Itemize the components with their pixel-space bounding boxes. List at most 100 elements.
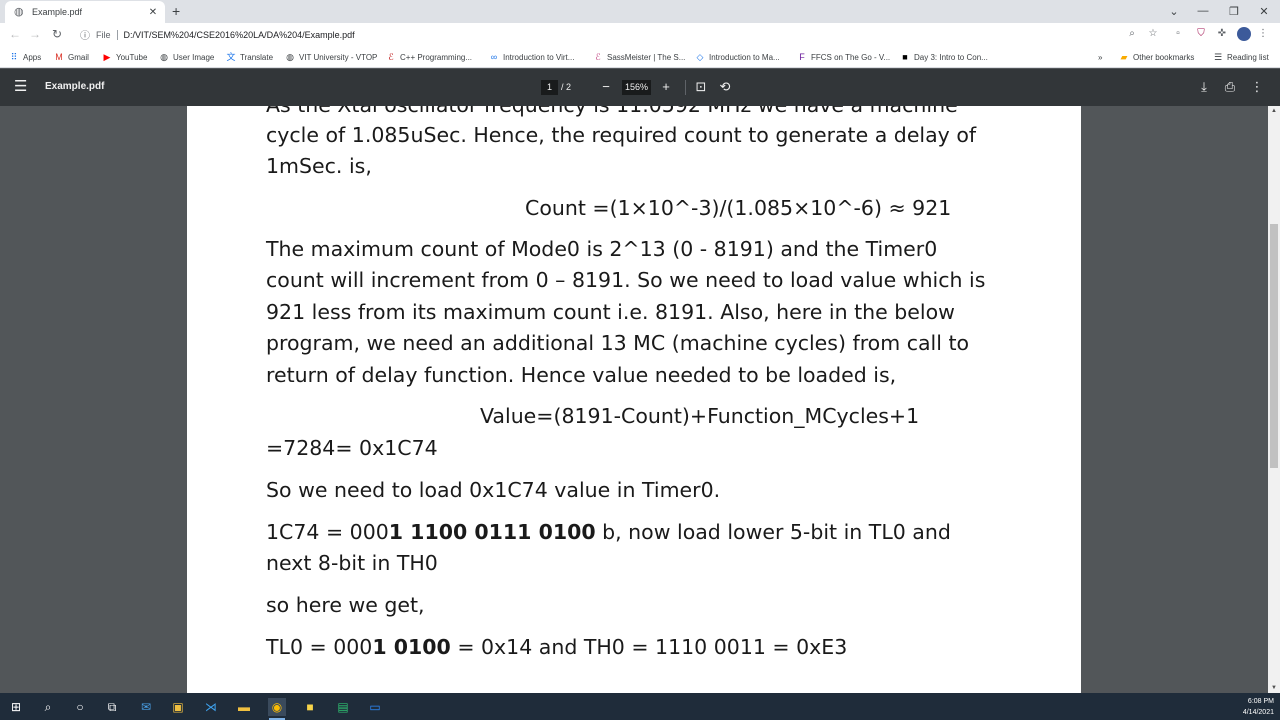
- store-icon[interactable]: ▣: [169, 698, 187, 716]
- scroll-up-arrow-icon[interactable]: ▲: [1268, 108, 1280, 114]
- vscode-icon[interactable]: ⋊: [202, 698, 220, 716]
- reading-list[interactable]: ☰ Reading list: [1213, 50, 1269, 64]
- tl-prefix: TL0 = 000: [266, 635, 373, 659]
- bookmark-label: FFCS on The Go - V...: [811, 52, 891, 62]
- extension-icon[interactable]: ▫: [1172, 28, 1184, 40]
- paragraph-line: cycle of 1.085uSec. Hence, the required …: [266, 123, 977, 147]
- gmail-icon: M: [55, 52, 63, 62]
- zoom-app-icon[interactable]: ▭: [366, 698, 384, 716]
- paragraph-line: return of delay function. Hence value ne…: [266, 363, 897, 387]
- pdf-viewer: As the Xtal oscillator frequency is 11.0…: [0, 106, 1280, 693]
- bookmark-label: User Image: [173, 52, 215, 62]
- bookmark-label: Translate: [240, 52, 274, 62]
- other-bookmarks[interactable]: ▰ Other bookmarks: [1119, 50, 1195, 64]
- paragraph-line: The maximum count of Mode0 is 2^13 (0 - …: [266, 237, 938, 261]
- cortana-icon[interactable]: ○: [71, 698, 89, 716]
- close-window-button[interactable]: ✕: [1248, 0, 1280, 22]
- paragraph-line: So we need to load 0x1C74 value in Timer…: [266, 478, 721, 502]
- hamburger-menu-icon[interactable]: ☰: [14, 79, 27, 95]
- avatar[interactable]: [1237, 27, 1251, 41]
- zoom-level-input[interactable]: 156%: [622, 80, 651, 95]
- browser-menu-icon[interactable]: ⋮: [1257, 28, 1269, 40]
- paragraph-line: so here we get,: [266, 593, 425, 617]
- pdf-toolbar: ☰ Example.pdf 1 / 2 − 156% + ⊡ ⟲ ⤓ ⎙ ⋮: [0, 69, 1280, 106]
- tl-suffix: = 0x14 and TH0 = 1110 0011 = 0xE3: [450, 635, 848, 659]
- new-tab-button[interactable]: +: [172, 3, 180, 19]
- search-icon[interactable]: ⌕: [39, 698, 57, 716]
- bookmark-vtop[interactable]: ◍ VIT University - VTOP: [285, 50, 377, 64]
- system-clock[interactable]: 6:08 PM 4/14/2021: [1234, 696, 1274, 718]
- vertical-scrollbar[interactable]: ▲ ▼: [1268, 106, 1280, 693]
- print-icon[interactable]: ⎙: [1222, 79, 1238, 95]
- bookmark-label: YouTube: [116, 52, 148, 62]
- bookmark-ffcs[interactable]: F FFCS on The Go - V...: [797, 50, 890, 64]
- value-result: =7284= 0x1C74: [266, 436, 438, 460]
- bookmarks-overflow-icon[interactable]: »: [1098, 50, 1102, 64]
- formula-count: Count =(1×10^-3)/(1.085×10^-6) ≈ 921: [525, 196, 952, 220]
- restore-button[interactable]: ❐: [1218, 0, 1250, 22]
- forward-icon[interactable]: →: [28, 27, 42, 41]
- clock-date: 4/14/2021: [1242, 709, 1274, 716]
- youtube-icon: ▶: [103, 52, 111, 62]
- minimize-button[interactable]: —: [1187, 0, 1219, 22]
- bookmark-gmail[interactable]: M Gmail: [54, 50, 89, 64]
- rotate-icon[interactable]: ⟲: [717, 79, 733, 95]
- file-explorer-icon[interactable]: ▬: [235, 698, 253, 716]
- reload-icon[interactable]: ↻: [50, 27, 64, 41]
- download-icon[interactable]: ⤓: [1196, 79, 1212, 95]
- mail-icon[interactable]: ✉: [137, 698, 155, 716]
- bookmark-star-icon[interactable]: ☆: [1147, 28, 1159, 40]
- extensions-puzzle-icon[interactable]: ✜: [1216, 28, 1228, 40]
- windows-taskbar: ⊞ ⌕ ○ ⧉ ✉ ▣ ⋊ ▬ ◉ ■ ▤ ▭ 6:08 PM 4/14/202…: [0, 693, 1280, 720]
- task-view-icon[interactable]: ⧉: [103, 698, 121, 716]
- address-bar[interactable]: ⓘ File D:/VIT/SEM%204/CSE2016%20LA/DA%20…: [72, 24, 1172, 45]
- tab-title: Example.pdf: [32, 7, 83, 17]
- bookmark-intro-virt[interactable]: ∞ Introduction to Virt...: [489, 50, 575, 64]
- bookmark-youtube[interactable]: ▶ YouTube: [102, 50, 148, 64]
- bookmark-label: Apps: [23, 52, 42, 62]
- bookmark-day3[interactable]: ■ Day 3: Intro to Con...: [900, 50, 988, 64]
- scroll-down-arrow-icon[interactable]: ▼: [1268, 685, 1280, 691]
- info-icon[interactable]: ⓘ: [80, 27, 90, 42]
- code-icon: ◇: [696, 52, 704, 62]
- ffcs-icon: F: [799, 52, 805, 62]
- browser-tab[interactable]: ◍ Example.pdf ✕: [5, 1, 165, 23]
- bookmark-user-image[interactable]: ◍ User Image: [159, 50, 214, 64]
- fit-page-icon[interactable]: ⊡: [693, 79, 709, 95]
- bookmark-label: Introduction to Virt...: [503, 52, 575, 62]
- url-text[interactable]: D:/VIT/SEM%204/CSE2016%20LA/DA%204/Examp…: [124, 30, 355, 40]
- tab-close-icon[interactable]: ✕: [147, 7, 159, 18]
- back-icon[interactable]: ←: [8, 27, 22, 41]
- bookmark-label: Other bookmarks: [1133, 52, 1195, 62]
- windows-start-icon[interactable]: ⊞: [7, 698, 25, 716]
- bookmark-sassmeister[interactable]: ℰ SassMeister | The S...: [593, 50, 685, 64]
- bookmark-apps[interactable]: ⠿ Apps: [9, 50, 42, 64]
- folder-icon: ▰: [1120, 52, 1128, 62]
- bookmark-label: Gmail: [68, 52, 89, 62]
- scrollbar-thumb[interactable]: [1270, 224, 1278, 468]
- excel-icon[interactable]: ▤: [334, 698, 352, 716]
- binary-prefix: 1C74 = 000: [266, 520, 389, 544]
- bookmarks-bar: ⠿ Apps M Gmail ▶ YouTube ◍ User Image 文 Trans…: [0, 46, 1280, 68]
- sticky-notes-icon[interactable]: ■: [301, 698, 319, 716]
- bookmark-translate[interactable]: 文 Translate: [226, 50, 273, 64]
- bookmark-cpp[interactable]: ℰ C++ Programming...: [386, 50, 472, 64]
- translate-icon: 文: [226, 52, 236, 62]
- bookmark-intro-ma[interactable]: ◇ Introduction to Ma...: [695, 50, 780, 64]
- tab-search-icon[interactable]: ⌄: [1158, 0, 1190, 22]
- page-number-input[interactable]: 1: [541, 80, 558, 95]
- zoom-out-button[interactable]: −: [598, 79, 614, 95]
- globe-icon: ◍: [14, 6, 24, 18]
- page-total: / 2: [561, 82, 572, 92]
- paragraph-line: As the Xtal oscillator frequency is 11.0…: [266, 106, 958, 121]
- shield-icon[interactable]: ⛉: [1195, 28, 1207, 40]
- zoom-in-button[interactable]: +: [658, 79, 674, 95]
- hackerrank-icon: ■: [902, 52, 908, 62]
- browser-toolbar: ← → ↻ ⓘ File D:/VIT/SEM%204/CSE2016%20LA…: [0, 23, 1280, 46]
- zoom-icon[interactable]: ⌕: [1126, 28, 1138, 40]
- clock-time: 6:08 PM: [1247, 698, 1274, 705]
- cpp-icon: ℰ: [388, 52, 394, 62]
- divider: [116, 29, 118, 40]
- more-options-icon[interactable]: ⋮: [1249, 79, 1265, 95]
- chrome-icon[interactable]: ◉: [268, 698, 286, 720]
